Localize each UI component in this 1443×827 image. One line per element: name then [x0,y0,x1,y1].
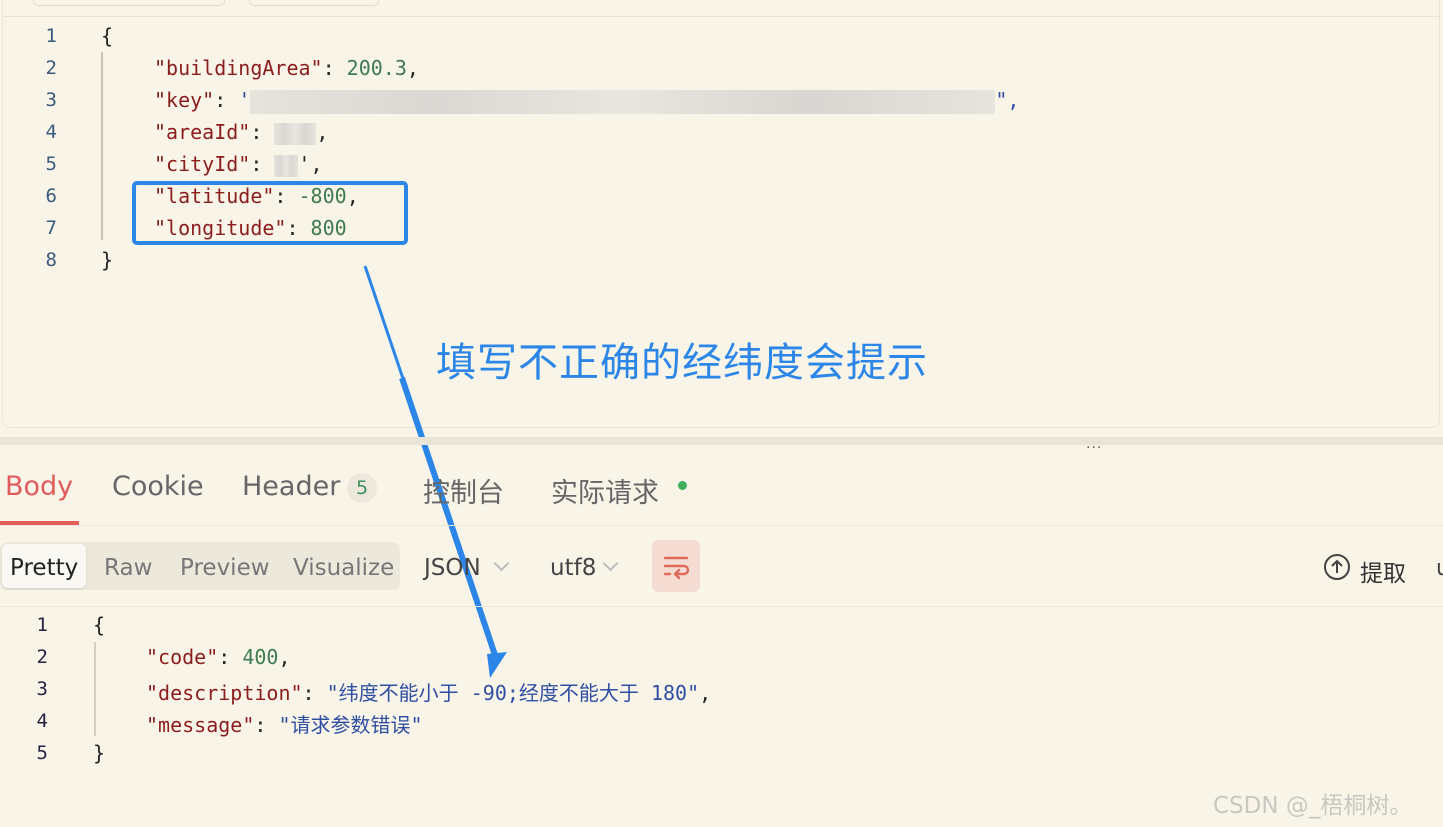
redacted-value [274,122,317,145]
collapsed-tab-pill[interactable] [33,0,225,6]
truncated-toolbar-item[interactable]: u [1436,556,1443,581]
wrap-lines-icon [663,556,690,580]
panel-splitter[interactable] [0,437,1443,445]
line-number: 2 [36,646,48,668]
line-number: 2 [45,57,57,79]
line-number: 6 [45,185,57,207]
view-pretty[interactable]: Pretty [10,555,78,581]
chevron-down-icon [493,555,510,572]
line-number: 5 [45,153,57,175]
splitter-handle[interactable]: ... [1086,436,1102,452]
toolbar-divider [0,606,1443,607]
redacted-value [250,89,996,114]
chevron-down-icon [602,555,619,572]
line-number: 5 [36,742,48,764]
line-number: 3 [45,89,57,111]
status-dot-icon [678,481,687,490]
response-line[interactable]: "code": 400, [146,645,291,669]
response-line[interactable]: "description": "纬度不能小于 -90;经度不能大于 180", [146,677,711,706]
watermark: CSDN @_梧桐树。 [1213,793,1413,819]
tab-cookie[interactable]: Cookie [112,471,204,502]
encoding-dropdown[interactable]: utf8 [550,555,619,581]
view-preview[interactable]: Preview [180,555,270,581]
line-number: 4 [36,710,48,732]
response-line[interactable]: "message": "请求参数错误" [146,709,423,738]
annotation-label: 填写不正确的经纬度会提示 [436,340,928,386]
format-dropdown[interactable]: JSON [424,555,510,581]
tab-body[interactable]: Body [5,471,73,502]
tabs-divider [0,525,1443,526]
tab-actual-request[interactable]: 实际请求 [551,471,659,510]
tab-console[interactable]: 控制台 [423,471,504,510]
code-line[interactable]: "cityId": ', [154,152,323,177]
response-line[interactable]: { [93,613,105,637]
editor-top-strip [3,0,1439,17]
tab-header[interactable]: Header [242,471,340,502]
code-line[interactable]: "key": ' ", [154,88,1019,114]
format-dropdown-value: JSON [424,555,481,581]
encoding-dropdown-value: utf8 [550,555,597,581]
arrow-up-circle-icon[interactable] [1324,554,1350,580]
extract-button[interactable]: 提取 [1360,554,1406,588]
response-line[interactable]: } [93,741,105,765]
redacted-value [274,154,299,177]
code-line[interactable]: { [101,24,113,48]
indent-guide [101,52,103,240]
code-line[interactable]: "buildingArea": 200.3, [154,56,419,80]
code-line[interactable]: } [101,248,113,272]
line-number: 4 [45,121,57,143]
annotation-highlight-box [132,181,408,245]
view-raw[interactable]: Raw [104,555,152,581]
line-number: 8 [45,249,57,271]
header-count-badge: 5 [347,473,377,503]
indent-guide [94,642,96,736]
view-visualize[interactable]: Visualize [293,555,394,581]
wrap-lines-button[interactable] [652,540,700,592]
line-number: 1 [36,614,48,636]
collapsed-tab-pill[interactable] [249,0,379,6]
line-number: 1 [45,25,57,47]
code-line[interactable]: "areaId": , [154,120,328,145]
line-number: 3 [36,678,48,700]
line-number: 7 [45,217,57,239]
